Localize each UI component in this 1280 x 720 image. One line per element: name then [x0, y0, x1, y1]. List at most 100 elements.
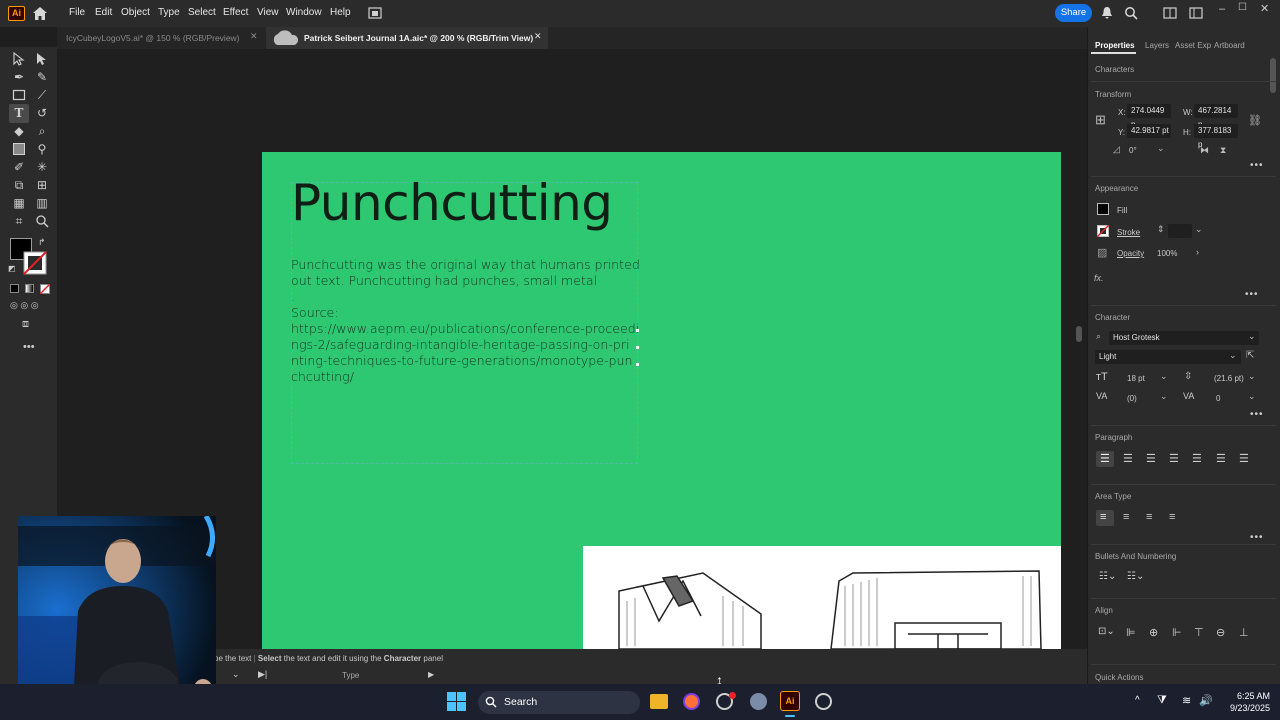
tab-asset-export[interactable]: Asset Exp — [1175, 41, 1211, 50]
maximize-icon[interactable]: ☐ — [1238, 2, 1247, 13]
swap-fill-stroke-icon[interactable]: ↱ — [38, 237, 46, 248]
align-left-edge-icon[interactable]: ⊫ — [1126, 626, 1136, 639]
font-style-field[interactable]: Light — [1095, 350, 1241, 364]
taskbar-search-box[interactable]: Search — [478, 691, 640, 714]
type-tool-icon[interactable]: T — [11, 105, 27, 121]
align-top-icon[interactable]: ≡ — [1100, 511, 1106, 523]
tracking-field[interactable]: 0 — [1216, 394, 1220, 403]
paintbrush-tool-icon[interactable]: ⟋ — [34, 87, 50, 103]
direct-selection-tool-icon[interactable] — [35, 52, 49, 66]
chevron-down-icon[interactable]: ⌄ — [1248, 371, 1256, 382]
align-right-icon[interactable]: ☰ — [1146, 452, 1156, 465]
fill-color-swatch[interactable] — [1097, 203, 1109, 215]
graph-tool-icon[interactable]: ▥ — [34, 195, 50, 211]
stroke-label[interactable]: Stroke — [1117, 228, 1140, 237]
eyedropper-tool-icon[interactable]: ⚲ — [34, 141, 50, 157]
vertical-scrollbar-thumb[interactable] — [1076, 326, 1082, 342]
reference-point-icon[interactable]: ⊞ — [1095, 112, 1106, 128]
leading-field[interactable]: (21.6 pt) — [1214, 374, 1244, 383]
taskbar-clock[interactable]: 6:25 AM 9/23/2025 — [1218, 690, 1270, 714]
justify-right-icon[interactable]: ☰ — [1216, 452, 1226, 465]
justify-vertical-icon[interactable]: ≡ — [1169, 511, 1175, 523]
constrain-proportions-icon[interactable]: ⛓ — [1248, 114, 1262, 127]
network-tray-icon[interactable]: ⧩ — [1157, 694, 1167, 707]
arrange-documents-icon[interactable] — [368, 6, 382, 20]
settings-gear-icon[interactable] — [750, 693, 767, 710]
align-vertical-center-icon[interactable]: ⊖ — [1216, 626, 1225, 639]
align-middle-icon[interactable]: ≡ — [1123, 511, 1129, 523]
stroke-color-swatch[interactable] — [1097, 225, 1109, 237]
selection-handle[interactable] — [636, 346, 639, 349]
menu-select[interactable]: Select — [188, 7, 216, 18]
tab-close-icon[interactable]: ✕ — [250, 31, 258, 42]
rectangle-tool-icon[interactable] — [12, 88, 26, 102]
tab-properties[interactable]: Properties — [1095, 41, 1135, 50]
justify-all-icon[interactable]: ☰ — [1239, 452, 1249, 465]
illustrator-logo-icon[interactable]: Ai — [8, 6, 25, 21]
search-icon[interactable] — [1124, 6, 1138, 20]
rotation-field[interactable]: 0° — [1129, 146, 1137, 155]
home-icon[interactable] — [32, 6, 48, 21]
wifi-icon[interactable]: ≋ — [1182, 694, 1191, 707]
app-grid-icon[interactable] — [815, 693, 832, 710]
zoom-tool-icon[interactable] — [35, 214, 49, 228]
chevron-down-icon[interactable]: ⌄ — [1248, 331, 1256, 342]
menu-view[interactable]: View — [257, 7, 279, 18]
bell-icon[interactable] — [1101, 6, 1113, 20]
justify-left-icon[interactable]: ☰ — [1169, 452, 1179, 465]
align-bottom-icon[interactable]: ≡ — [1146, 511, 1152, 523]
more-options-icon[interactable]: ••• — [1250, 409, 1264, 420]
default-colors-icon[interactable]: ◩ — [8, 264, 16, 273]
font-family-field[interactable]: Host Grotesk — [1109, 331, 1259, 345]
firefox-icon[interactable] — [683, 693, 700, 710]
slice-tool-icon[interactable]: ⌗ — [11, 213, 27, 229]
stroke-weight-stepper[interactable]: ⇕ — [1157, 224, 1165, 235]
bullet-list-icon[interactable]: ☷⌄ — [1099, 571, 1116, 582]
font-size-field[interactable]: 18 pt — [1127, 374, 1145, 383]
panel-layout-icon[interactable] — [1189, 7, 1203, 19]
windows-start-icon[interactable] — [447, 692, 466, 711]
flip-vertical-icon[interactable]: ⧗ — [1220, 145, 1226, 156]
chevron-down-icon[interactable]: ⌄ — [1229, 350, 1237, 361]
w-field[interactable]: 467.2814 p — [1194, 104, 1238, 129]
more-options-icon[interactable]: ••• — [1250, 160, 1264, 171]
stroke-weight-field[interactable] — [1168, 224, 1192, 238]
stroke-swatch[interactable] — [23, 251, 47, 275]
align-bottom-edge-icon[interactable]: ⊥ — [1239, 626, 1249, 639]
tab-layers[interactable]: Layers — [1145, 41, 1169, 50]
lasso-tool-icon[interactable]: ⌕ — [34, 123, 50, 139]
tab-artboards[interactable]: Artboard — [1214, 41, 1245, 50]
headline-text[interactable]: Punchcutting — [291, 174, 613, 232]
justify-center-icon[interactable]: ☰ — [1192, 452, 1202, 465]
file-explorer-icon[interactable] — [650, 694, 668, 709]
chevron-right-icon[interactable]: › — [1196, 247, 1199, 257]
close-icon[interactable]: ✕ — [1260, 2, 1269, 15]
body-text-frame[interactable]: Punchcutting was the original way that h… — [291, 257, 641, 385]
illustrator-taskbar-icon[interactable]: Ai — [780, 691, 800, 711]
opacity-field[interactable]: 100% — [1157, 249, 1177, 258]
chevron-up-icon[interactable]: ^ — [1135, 695, 1140, 706]
tool-menu-arrow-icon[interactable]: ▶ — [428, 670, 434, 679]
chevron-down-icon[interactable]: ⌄ — [1248, 391, 1256, 402]
workspace-icon[interactable] — [1163, 7, 1177, 19]
selection-handle[interactable] — [636, 329, 639, 332]
flip-horizontal-icon[interactable]: ⧓ — [1200, 145, 1209, 156]
symbol-sprayer-icon[interactable]: ✳ — [34, 159, 50, 175]
numbered-list-icon[interactable]: ☷⌄ — [1127, 571, 1144, 582]
selection-handle[interactable] — [636, 363, 639, 366]
screen-mode-icon[interactable]: ⧈ — [22, 318, 29, 331]
h-field[interactable]: 377.8183 p — [1194, 124, 1238, 149]
y-field[interactable]: 42.9817 pt — [1127, 124, 1171, 138]
fx-icon[interactable]: fx. — [1094, 273, 1104, 283]
more-options-icon[interactable]: ••• — [1245, 289, 1259, 300]
align-left-icon[interactable]: ☰ — [1100, 452, 1110, 465]
draw-mode-icon[interactable]: ◎ ◎ ◎ — [10, 300, 39, 311]
chevron-down-icon[interactable]: ⌄ — [232, 669, 240, 680]
chevron-down-icon[interactable]: ⌄ — [1160, 371, 1168, 382]
current-tool-label[interactable]: Type — [342, 671, 359, 680]
eyedropper-icon[interactable]: ✐ — [11, 159, 27, 175]
x-field[interactable]: 274.0449 p — [1127, 104, 1171, 129]
rotate-tool-icon[interactable]: ↺ — [34, 105, 50, 121]
chevron-down-icon[interactable]: ⌄ — [1160, 391, 1168, 402]
text-options-icon[interactable]: ⇱ — [1246, 350, 1254, 361]
